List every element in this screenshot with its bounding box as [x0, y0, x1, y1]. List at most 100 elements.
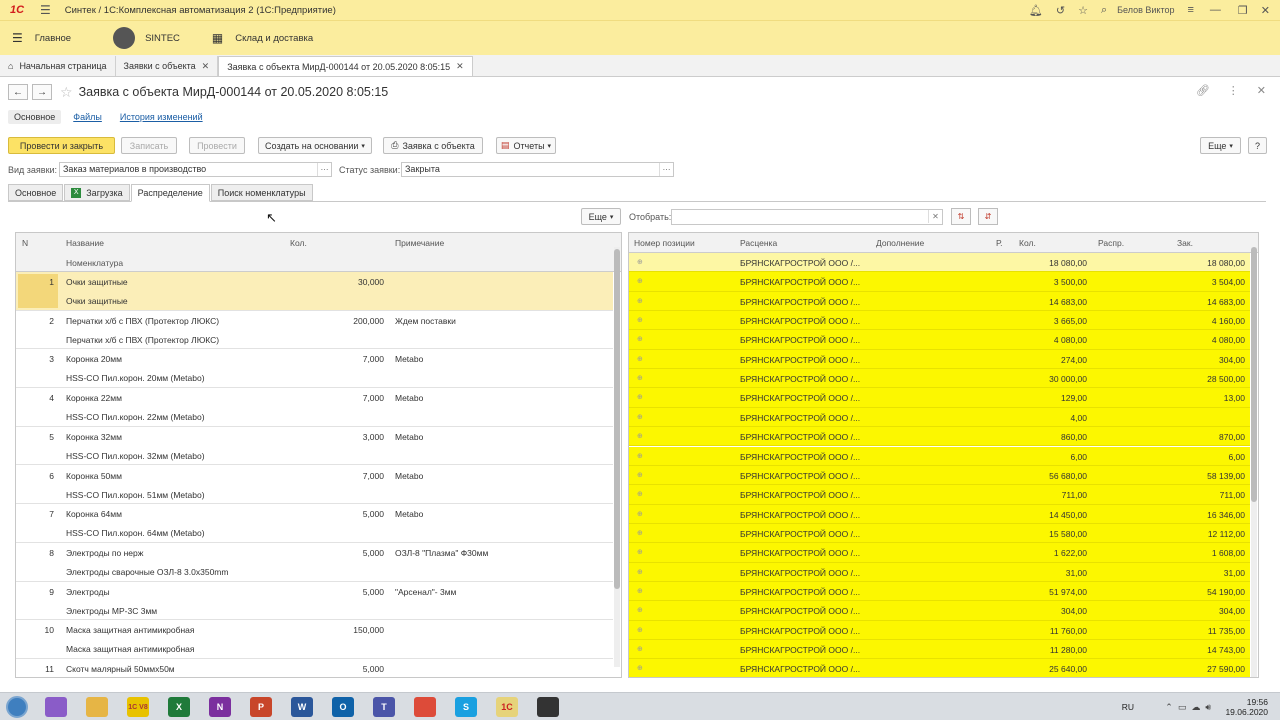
table-row[interactable]: ⊕ БРЯНСКАГРОСТРОЙ ООО /... 711,00 711,00: [629, 485, 1250, 505]
settings-icon[interactable]: ≡: [1187, 4, 1193, 16]
table-row[interactable]: ⊕ БРЯНСКАГРОСТРОЙ ООО /... 274,00 304,00: [629, 349, 1250, 370]
expand-icon[interactable]: ⊕: [637, 548, 643, 556]
expand-icon[interactable]: ⊕: [637, 626, 643, 634]
folder-icon[interactable]: [86, 697, 108, 717]
skype-icon[interactable]: S: [455, 697, 477, 717]
expand-icon[interactable]: ⊕: [637, 529, 643, 537]
col-extra[interactable]: Дополнение: [876, 238, 924, 248]
post-button[interactable]: Провести: [189, 137, 245, 154]
chat-icon[interactable]: [45, 697, 67, 717]
col-n[interactable]: N: [22, 238, 28, 248]
reports-button[interactable]: ▤ Отчеты ▾: [496, 137, 556, 154]
section-warehouse[interactable]: ▦ Склад и доставка: [212, 31, 313, 45]
table-row[interactable]: ⊕ БРЯНСКАГРОСТРОЙ ООО /... 14 683,00 14 683…: [629, 291, 1250, 312]
expand-icon[interactable]: ⊕: [637, 277, 643, 285]
nav-main[interactable]: Основное: [8, 110, 62, 124]
table-row[interactable]: ⊕ БРЯНСКАГРОСТРОЙ ООО /... 3 500,00 3 504,0…: [629, 272, 1250, 292]
table-row[interactable]: 3 Коронка 20мм HSS-CO Пил.корон. 20мм (Met…: [16, 349, 613, 389]
scrollbar[interactable]: [614, 247, 620, 667]
link-icon[interactable]: 🔗︎: [1196, 84, 1210, 97]
expand-icon[interactable]: ⊕: [637, 510, 643, 518]
table-row[interactable]: ⊕ БРЯНСКАГРОСТРОЙ ООО /... 4 080,00 4 080,0…: [629, 330, 1250, 350]
col-distributed[interactable]: Распр.: [1098, 238, 1124, 248]
sort-ascending-icon[interactable]: ⇅: [951, 208, 971, 225]
word-icon[interactable]: W: [291, 697, 313, 717]
tab-request-document[interactable]: Заявка с объекта МирД-000144 от 20.05.20…: [218, 56, 473, 76]
scrollbar-thumb[interactable]: [614, 249, 620, 589]
chrome-icon[interactable]: [414, 697, 436, 717]
tray-icons[interactable]: ⌃▭☁🔊︎: [1165, 702, 1216, 713]
1c-v8-icon[interactable]: 1С V8: [127, 697, 149, 717]
more-vertical-icon[interactable]: ⋮: [1228, 84, 1239, 97]
expand-icon[interactable]: ⊕: [637, 606, 643, 614]
start-button[interactable]: [6, 696, 28, 718]
expand-icon[interactable]: ⊕: [637, 568, 643, 576]
expand-icon[interactable]: ⊕: [637, 335, 643, 343]
more-button[interactable]: Еще ▾: [1200, 137, 1241, 154]
section-sintec[interactable]: SINTEC: [103, 27, 180, 49]
col-kol[interactable]: Кол.: [1019, 238, 1036, 248]
col-ordered[interactable]: Зак.: [1177, 238, 1193, 248]
expand-icon[interactable]: ⊕: [637, 393, 643, 401]
table-row[interactable]: ⊕ БРЯНСКАГРОСТРОЙ ООО /... 31,00 31,00: [629, 562, 1250, 582]
clear-icon[interactable]: ✕: [928, 210, 942, 223]
outlook-icon[interactable]: O: [332, 697, 354, 717]
table-row[interactable]: ⊕ БРЯНСКАГРОСТРОЙ ООО /... 1 622,00 1 608,0…: [629, 543, 1250, 563]
col-qty[interactable]: Кол.: [290, 238, 307, 248]
table-row[interactable]: ⊕ БРЯНСКАГРОСТРОЙ ООО /... 6,00 6,00: [629, 446, 1250, 466]
col-position-number[interactable]: Номер позиции: [634, 238, 695, 248]
powerpoint-icon[interactable]: P: [250, 697, 272, 717]
bell-icon[interactable]: 🔔︎: [1029, 4, 1043, 17]
history-icon[interactable]: ↺: [1056, 4, 1065, 17]
tab-distribution[interactable]: Распределение: [130, 184, 210, 202]
save-button[interactable]: Записать: [121, 137, 177, 154]
table-row[interactable]: ⊕ БРЯНСКАГРОСТРОЙ ООО /... 15 580,00 12 112…: [629, 523, 1250, 544]
table-row[interactable]: ⊕ БРЯНСКАГРОСТРОЙ ООО /... 14 450,00 16 346…: [629, 504, 1250, 524]
table-row[interactable]: ⊕ БРЯНСКАГРОСТРОЙ ООО /... 304,00 304,00: [629, 601, 1250, 621]
filter-input[interactable]: ✕: [671, 209, 943, 225]
user-name[interactable]: Белов Виктор: [1117, 5, 1174, 15]
col-price[interactable]: Расценка: [740, 238, 777, 248]
dropdown-icon[interactable]: ⋯: [659, 163, 673, 176]
table-row[interactable]: 7 Коронка 64мм HSS-CO Пил.корон. 64мм (Met…: [16, 504, 613, 543]
table-row[interactable]: ⊕ БРЯНСКАГРОСТРОЙ ООО /... 18 080,00 18 080…: [629, 253, 1250, 273]
dropdown-icon[interactable]: ⋯: [317, 163, 331, 176]
favorite-star-icon[interactable]: ☆: [60, 84, 73, 101]
expand-icon[interactable]: ⊕: [637, 490, 643, 498]
media-icon[interactable]: [537, 697, 559, 717]
col-note[interactable]: Примечание: [395, 238, 444, 248]
tab-requests-list[interactable]: Заявки с объекта ✕: [116, 56, 219, 76]
table-row[interactable]: ⊕ БРЯНСКАГРОСТРОЙ ООО /... 129,00 13,00: [629, 388, 1250, 408]
scrollbar[interactable]: [1251, 247, 1257, 677]
nav-history[interactable]: История изменений: [114, 110, 209, 124]
table-row[interactable]: 4 Коронка 22мм HSS-CO Пил.корон. 22мм (Met…: [16, 388, 613, 427]
nav-files[interactable]: Файлы: [67, 110, 108, 124]
table-row[interactable]: ⊕ БРЯНСКАГРОСТРОЙ ООО /... 30 000,00 28 500…: [629, 369, 1250, 389]
expand-icon[interactable]: ⊕: [637, 413, 643, 421]
expand-icon[interactable]: ⊕: [637, 258, 643, 266]
1c-icon[interactable]: 1С: [496, 697, 518, 717]
table-row[interactable]: 11 Скотч малярный 50ммх50м 5,000: [16, 659, 613, 677]
main-menu-icon[interactable]: ☰: [40, 3, 51, 17]
table-row[interactable]: 2 Перчатки х/б с ПВХ (Протектор ЛЮКС) Перч…: [16, 311, 613, 350]
back-button[interactable]: ←: [8, 84, 28, 100]
close-icon[interactable]: ✕: [1257, 84, 1266, 97]
expand-icon[interactable]: ⊕: [637, 432, 643, 440]
table-row[interactable]: 5 Коронка 32мм HSS-CO Пил.корон. 32мм (Met…: [16, 427, 613, 466]
col-r[interactable]: Р.: [996, 238, 1002, 248]
expand-icon[interactable]: ⊕: [637, 471, 643, 479]
onenote-icon[interactable]: N: [209, 697, 231, 717]
language-indicator[interactable]: RU: [1122, 702, 1134, 712]
table-row[interactable]: ⊕ БРЯНСКАГРОСТРОЙ ООО /... 56 680,00 58 139…: [629, 465, 1250, 486]
table-row[interactable]: 10 Маска защитная антимикробная Маска защи…: [16, 620, 613, 659]
col-name[interactable]: Название: [66, 238, 104, 248]
tab-main[interactable]: Основное: [8, 184, 64, 201]
close-icon[interactable]: ✕: [1261, 4, 1270, 17]
expand-icon[interactable]: ⊕: [637, 645, 643, 653]
table-row[interactable]: ⊕ БРЯНСКАГРОСТРОЙ ООО /... 11 760,00 11 735…: [629, 620, 1250, 640]
left-more-button[interactable]: Еще ▾: [581, 208, 621, 225]
expand-icon[interactable]: ⊕: [637, 452, 643, 460]
clock[interactable]: 19:56 19.06.2020: [1225, 697, 1268, 717]
table-row[interactable]: ⊕ БРЯНСКАГРОСТРОЙ ООО /... 25 640,00 27 590…: [629, 659, 1250, 677]
table-row[interactable]: 1 Очки защитные Очки защитные 30,000: [16, 272, 613, 311]
